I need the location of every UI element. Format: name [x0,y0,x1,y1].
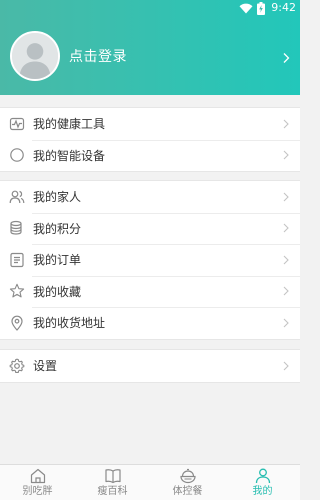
smart-device-icon [9,147,25,163]
menu-item-points[interactable]: 我的积分 [0,212,300,245]
orders-icon [9,252,25,268]
nav-label: 瘦百科 [97,486,128,497]
family-icon [9,189,25,205]
menu-label: 我的收藏 [33,284,82,299]
chevron-right-icon [283,53,290,63]
menu-item-address[interactable]: 我的收货地址 [0,307,300,339]
chevron-right-icon [283,286,289,296]
chevron-right-icon [283,223,289,233]
location-icon [9,315,25,331]
default-avatar-icon [12,33,58,79]
wifi-icon [239,3,253,13]
star-icon [9,283,25,299]
menu-item-settings[interactable]: 设置 [0,350,300,382]
person-icon [255,468,270,484]
menu-item-family[interactable]: 我的家人 [0,181,300,213]
status-time: 9:42 [271,1,296,14]
chevron-right-icon [283,318,289,328]
home-icon [30,468,45,484]
menu-item-favorites[interactable]: 我的收藏 [0,275,300,308]
chevron-right-icon [283,361,289,371]
nav-tab-meal[interactable]: 体控餐 [150,465,225,500]
login-label[interactable]: 点击登录 [69,46,127,66]
status-bar: 9:42 [0,0,300,16]
chevron-right-icon [283,255,289,265]
menu-item-smart-device[interactable]: 我的智能设备 [0,139,300,172]
book-icon [104,469,121,484]
nav-tab-home[interactable]: 别吃胖 [0,465,75,500]
gear-icon [9,358,25,374]
menu-group-personal: 我的家人 我的积分 我的订单 我的收藏 我的收货地址 [0,180,300,340]
menu-group-devices: 我的健康工具 我的智能设备 [0,107,300,172]
menu-group-settings: 设置 [0,349,300,383]
points-icon [9,220,25,236]
health-tools-icon [9,116,25,132]
avatar[interactable] [10,31,60,81]
profile-header[interactable]: 9:42 点击登录 [0,0,300,95]
nav-label: 体控餐 [172,486,203,497]
login-row[interactable]: 点击登录 [0,24,300,88]
menu-label: 我的订单 [33,253,82,268]
menu-label: 我的健康工具 [33,117,106,132]
menu-label: 我的智能设备 [33,148,106,163]
menu-item-orders[interactable]: 我的订单 [0,244,300,276]
nav-label: 我的 [252,486,273,497]
battery-icon [257,1,266,15]
menu-label: 我的家人 [33,190,82,205]
menu-label: 设置 [33,359,58,374]
menu-label: 我的积分 [33,221,82,236]
menu-label: 我的收货地址 [33,316,106,331]
nav-tab-mine[interactable]: 我的 [225,465,300,500]
chevron-right-icon [283,150,289,160]
bottom-nav: 别吃胖 瘦百科 体控餐 我的 [0,464,300,500]
nav-label: 别吃胖 [22,486,53,497]
chevron-right-icon [283,119,289,129]
chevron-right-icon [283,192,289,202]
menu-item-health-tools[interactable]: 我的健康工具 [0,108,300,140]
meal-bowl-icon [179,468,196,484]
nav-tab-encyclopedia[interactable]: 瘦百科 [75,465,150,500]
